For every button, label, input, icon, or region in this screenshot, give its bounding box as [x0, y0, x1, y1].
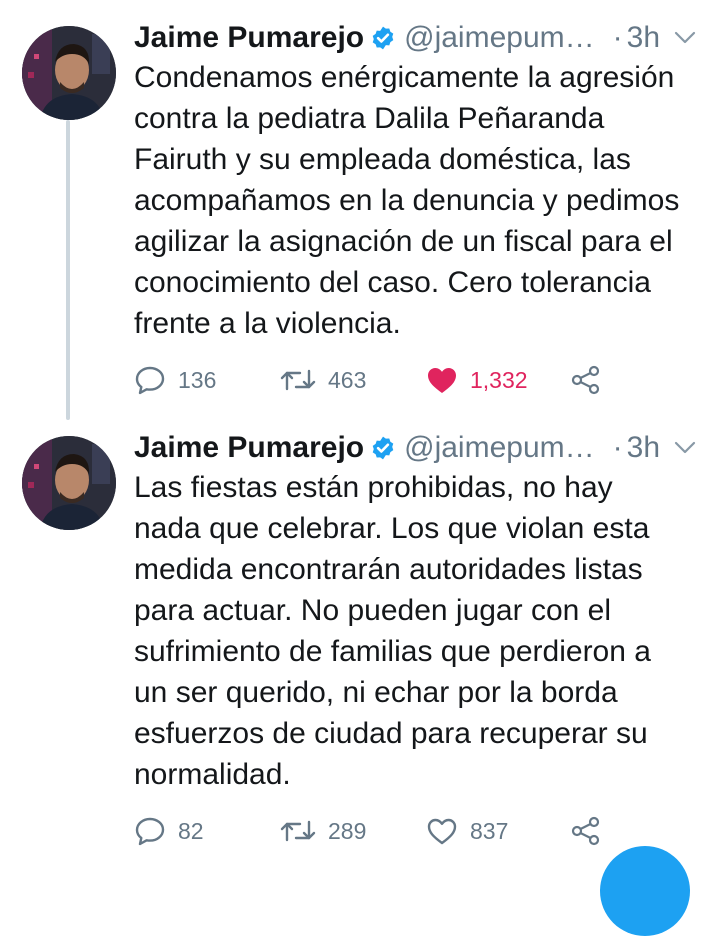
display-name[interactable]: Jaime Pumarejo — [134, 431, 364, 465]
tweet-text-line: Las fiestas están prohibidas, no hay — [134, 471, 613, 504]
share-icon — [570, 816, 602, 846]
retweet-count: 289 — [328, 817, 367, 844]
like-count: 837 — [470, 817, 509, 844]
chevron-down-icon[interactable] — [674, 441, 696, 455]
timestamp[interactable]: 3h — [627, 21, 660, 55]
verified-badge-icon — [370, 25, 396, 51]
tweet-text-line: Fairuth y su empleada doméstica, las — [134, 143, 631, 176]
user-handle[interactable]: @jaimepum… — [404, 431, 595, 465]
tweet-text-line: conocimiento del caso. Cero tolerancia — [134, 266, 651, 299]
retweet-icon — [280, 818, 316, 844]
tweet-text-line: agilizar la asignación de un fiscal para… — [134, 225, 673, 258]
timestamp[interactable]: 3h — [627, 431, 660, 465]
tweet-text: Condenamos enérgicamente la agresión con… — [134, 57, 709, 344]
tweet-text-line: contra la pediatra Dalila Peñaranda — [134, 102, 605, 135]
separator-dot: · — [612, 21, 623, 54]
heart-filled-icon — [426, 366, 458, 394]
reply-count: 136 — [178, 366, 217, 393]
chevron-down-icon[interactable] — [674, 31, 696, 45]
tweet-text-line: frente a la violencia. — [134, 307, 401, 340]
share-icon — [570, 365, 602, 395]
tweet-text-line: un ser querido, ni echar por la borda — [134, 676, 618, 709]
tweet-header: Jaime Pumarejo @jaimepum… · 3h — [134, 18, 700, 58]
compose-tweet-button[interactable] — [600, 846, 690, 936]
display-name[interactable]: Jaime Pumarejo — [134, 21, 364, 55]
tweet-1[interactable]: Jaime Pumarejo @jaimepum… · 3h Condenamo… — [0, 0, 720, 420]
tweet-text-line: sufrimiento de familias que perdieron a — [134, 635, 651, 668]
like-button[interactable]: 1,332 — [426, 366, 528, 394]
reply-icon — [134, 365, 166, 395]
avatar[interactable] — [22, 436, 116, 530]
like-count: 1,332 — [470, 366, 528, 393]
reply-button[interactable]: 136 — [134, 365, 216, 395]
reply-button[interactable]: 82 — [134, 816, 204, 846]
reply-icon — [134, 816, 166, 846]
like-button[interactable]: 837 — [426, 817, 508, 845]
avatar[interactable] — [22, 26, 116, 120]
tweet-text-line: nada que celebrar. Los que violan esta — [134, 512, 650, 545]
share-button[interactable] — [570, 365, 602, 395]
retweet-count: 463 — [328, 366, 367, 393]
tweet-text-line: normalidad. — [134, 758, 291, 791]
retweet-button[interactable]: 289 — [280, 818, 366, 845]
tweet-header: Jaime Pumarejo @jaimepum… · 3h — [134, 428, 700, 468]
tweet-text-line: acompañamos en la denuncia y pedimos — [134, 184, 680, 217]
tweet-text-line: esfuerzos de ciudad para recuperar su — [134, 717, 648, 750]
tweet-text-line: para actuar. No pueden jugar con el — [134, 594, 611, 627]
verified-badge-icon — [370, 435, 396, 461]
tweet-text-line: medida encontrarán autoridades listas — [134, 553, 643, 586]
heart-outline-icon — [426, 817, 458, 845]
tweet-text-line: Condenamos enérgicamente la agresión — [134, 61, 675, 94]
tweet-text: Las fiestas están prohibidas, no hay nad… — [134, 467, 709, 795]
tweet-2[interactable]: Jaime Pumarejo @jaimepum… · 3h Las fiest… — [0, 420, 720, 858]
share-button[interactable] — [570, 816, 602, 846]
separator-dot: · — [612, 431, 623, 464]
retweet-icon — [280, 367, 316, 393]
retweet-button[interactable]: 463 — [280, 367, 366, 394]
user-handle[interactable]: @jaimepum… — [404, 21, 595, 55]
reply-count: 82 — [178, 817, 204, 844]
